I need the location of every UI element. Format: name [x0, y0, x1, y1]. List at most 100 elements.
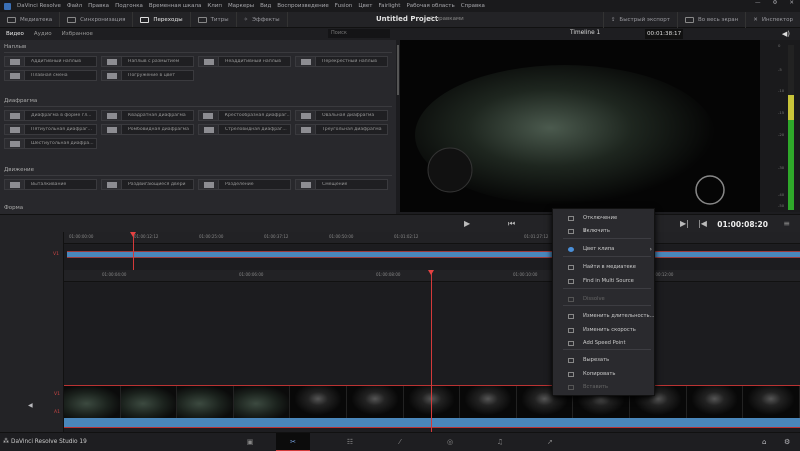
video-clip-v1[interactable] — [64, 385, 800, 418]
transition-item[interactable]: Плавная смена — [4, 70, 97, 81]
settings-button[interactable]: ⚙ — [772, 0, 777, 6]
menu-trim[interactable]: Подгонка — [115, 3, 143, 9]
play-button[interactable]: ▶ — [464, 219, 470, 228]
menu-clip[interactable]: Клип — [207, 3, 222, 9]
page-deliver-icon[interactable]: ➚ — [533, 433, 567, 451]
tab-video[interactable]: Видео — [6, 31, 24, 37]
video-viewer[interactable] — [400, 40, 760, 212]
tab-effects[interactable]: ✧Эффекты — [237, 12, 288, 27]
quick-export-button[interactable]: ⇪Быстрый экспорт — [603, 12, 678, 28]
transition-item[interactable]: Стреловидная диафраг... — [198, 124, 291, 135]
audio-speaker-icon[interactable]: ◀ — [28, 402, 33, 409]
transition-item[interactable]: Смещение — [295, 179, 388, 190]
sync-icon — [67, 17, 76, 23]
upper-playhead[interactable] — [133, 232, 134, 270]
prev-edit-button[interactable]: ⏮ — [508, 219, 515, 229]
transition-item[interactable]: Диафрагма в форме гл... — [4, 110, 97, 121]
transition-item[interactable]: Шестиугольная диафра... — [4, 138, 97, 149]
timeline-selector[interactable]: Timeline 1 — [570, 30, 600, 36]
transition-item[interactable]: Овальная диафрагма — [295, 110, 388, 121]
menu-workspace[interactable]: Рабочая область — [406, 3, 454, 9]
transition-thumbnail-icon — [102, 125, 122, 134]
tab-label: Эффекты — [252, 17, 280, 23]
transition-thumbnail-icon — [5, 71, 25, 80]
close-button[interactable]: ✕ — [789, 0, 794, 6]
context-menu-item[interactable]: Изменить скорость — [553, 324, 656, 336]
inspector-button[interactable]: ✕Инспектор — [746, 12, 800, 28]
page-fusion-icon[interactable]: ⁄ — [383, 433, 417, 451]
transition-item[interactable]: Погружение в цвет — [101, 70, 194, 81]
fullscreen-button[interactable]: Во весь экран — [678, 12, 746, 28]
options-menu-icon[interactable]: ≡ — [783, 219, 790, 228]
transition-item[interactable]: Крестообразная диафраг... — [198, 110, 291, 121]
transition-item[interactable]: Квадратная диафрагма — [101, 110, 194, 121]
page-fairlight-icon[interactable]: ♫ — [483, 433, 517, 451]
transition-item[interactable]: Раздвигающиеся двери — [101, 179, 194, 190]
transition-item[interactable]: Разделение — [198, 179, 291, 190]
audio-clip-a1[interactable] — [64, 418, 800, 428]
tab-media-pool[interactable]: Медиатека — [0, 12, 60, 27]
context-menu-item[interactable]: Найти в медиатеке — [553, 261, 656, 273]
home-icon[interactable]: ⌂ — [762, 438, 766, 446]
menu-separator — [563, 288, 651, 289]
page-media-icon[interactable]: ▣ — [233, 433, 267, 451]
transition-item[interactable]: Ромбовидная диафрагма — [101, 124, 194, 135]
lower-playhead[interactable] — [431, 270, 432, 432]
context-menu-item[interactable]: Вырезать — [553, 354, 656, 366]
transition-item[interactable]: Наплыв с размытием — [101, 56, 194, 67]
transition-item[interactable]: Аддитивный наплыв — [4, 56, 97, 67]
menu-edit[interactable]: Правка — [88, 3, 109, 9]
context-menu-item[interactable]: Цвет клипа› — [553, 243, 656, 255]
transition-item[interactable]: Перекрестный наплыв — [295, 56, 388, 67]
tab-titles[interactable]: Титры — [191, 12, 237, 27]
tab-sync[interactable]: Синхронизация — [60, 12, 133, 27]
page-edit-icon[interactable]: ☷ — [333, 433, 367, 451]
context-menu-item: Вставить — [553, 381, 656, 393]
page-color-icon[interactable]: ◎ — [433, 433, 467, 451]
tab-audio[interactable]: Аудио — [34, 31, 52, 37]
menu-file[interactable]: Файл — [67, 3, 82, 9]
context-menu-item[interactable]: ✓Включить — [553, 225, 656, 237]
transition-item[interactable]: Неаддитивный наплыв — [198, 56, 291, 67]
transition-thumbnail-icon — [102, 71, 122, 80]
copy-icon — [568, 372, 574, 377]
transition-item[interactable]: Выталкивание — [4, 179, 97, 190]
volume-icon[interactable]: ◀) — [782, 30, 790, 38]
menu-view[interactable]: Вид — [260, 3, 271, 9]
menu-app[interactable]: DaVinci Resolve — [17, 3, 61, 9]
transition-thumbnail-icon — [296, 125, 316, 134]
full-timeline-clip[interactable] — [67, 251, 800, 258]
context-menu-item[interactable]: Изменить длительность... — [553, 310, 656, 322]
context-menu-item[interactable]: Find in Multi Source — [553, 275, 656, 287]
search-input[interactable]: Поиск — [328, 29, 390, 38]
transition-item[interactable]: Пятиугольная диафраг... — [4, 124, 97, 135]
menu-timeline[interactable]: Временная шкала — [149, 3, 201, 9]
menu-color[interactable]: Цвет — [358, 3, 372, 9]
menu-help[interactable]: Справка — [461, 3, 485, 9]
menu-playback[interactable]: Воспроизведение — [277, 3, 328, 9]
dissolve-icon — [568, 297, 574, 302]
minimize-button[interactable]: — — [755, 0, 761, 6]
transition-item[interactable]: Треугольная диафрагма — [295, 124, 388, 135]
button-label: Инспектор — [762, 17, 793, 23]
context-menu-item[interactable]: Add Speed Point — [553, 337, 656, 349]
context-menu-item[interactable]: Отключение — [553, 212, 656, 224]
upper-ruler[interactable]: 01:00:00:0001:00:12:1201:00:25:0001:00:3… — [64, 232, 800, 244]
menu-item-label: Найти в медиатеке — [583, 264, 636, 270]
clip-icon — [568, 229, 574, 234]
tab-transitions[interactable]: Переходы — [133, 12, 190, 27]
next-frame-button[interactable]: ▶| — [680, 219, 689, 228]
transition-label: Аддитивный наплыв — [25, 59, 81, 64]
transition-label: Раздвигающиеся двери — [122, 182, 186, 187]
menu-markers[interactable]: Маркеры — [228, 3, 254, 9]
meter-scale-label: -10 — [778, 88, 784, 93]
media-pool-icon — [7, 17, 16, 23]
menu-fairlight[interactable]: Fairlight — [378, 3, 400, 9]
tab-favorites[interactable]: Избранное — [62, 31, 93, 37]
page-cut-icon[interactable]: ✂ — [276, 433, 310, 451]
menu-fusion[interactable]: Fusion — [335, 3, 353, 9]
next-edit-button[interactable]: |◀ — [698, 219, 707, 228]
transition-thumbnail-icon — [5, 180, 25, 189]
settings-icon[interactable]: ⚙ — [784, 438, 790, 446]
context-menu-item[interactable]: Копировать — [553, 368, 656, 380]
